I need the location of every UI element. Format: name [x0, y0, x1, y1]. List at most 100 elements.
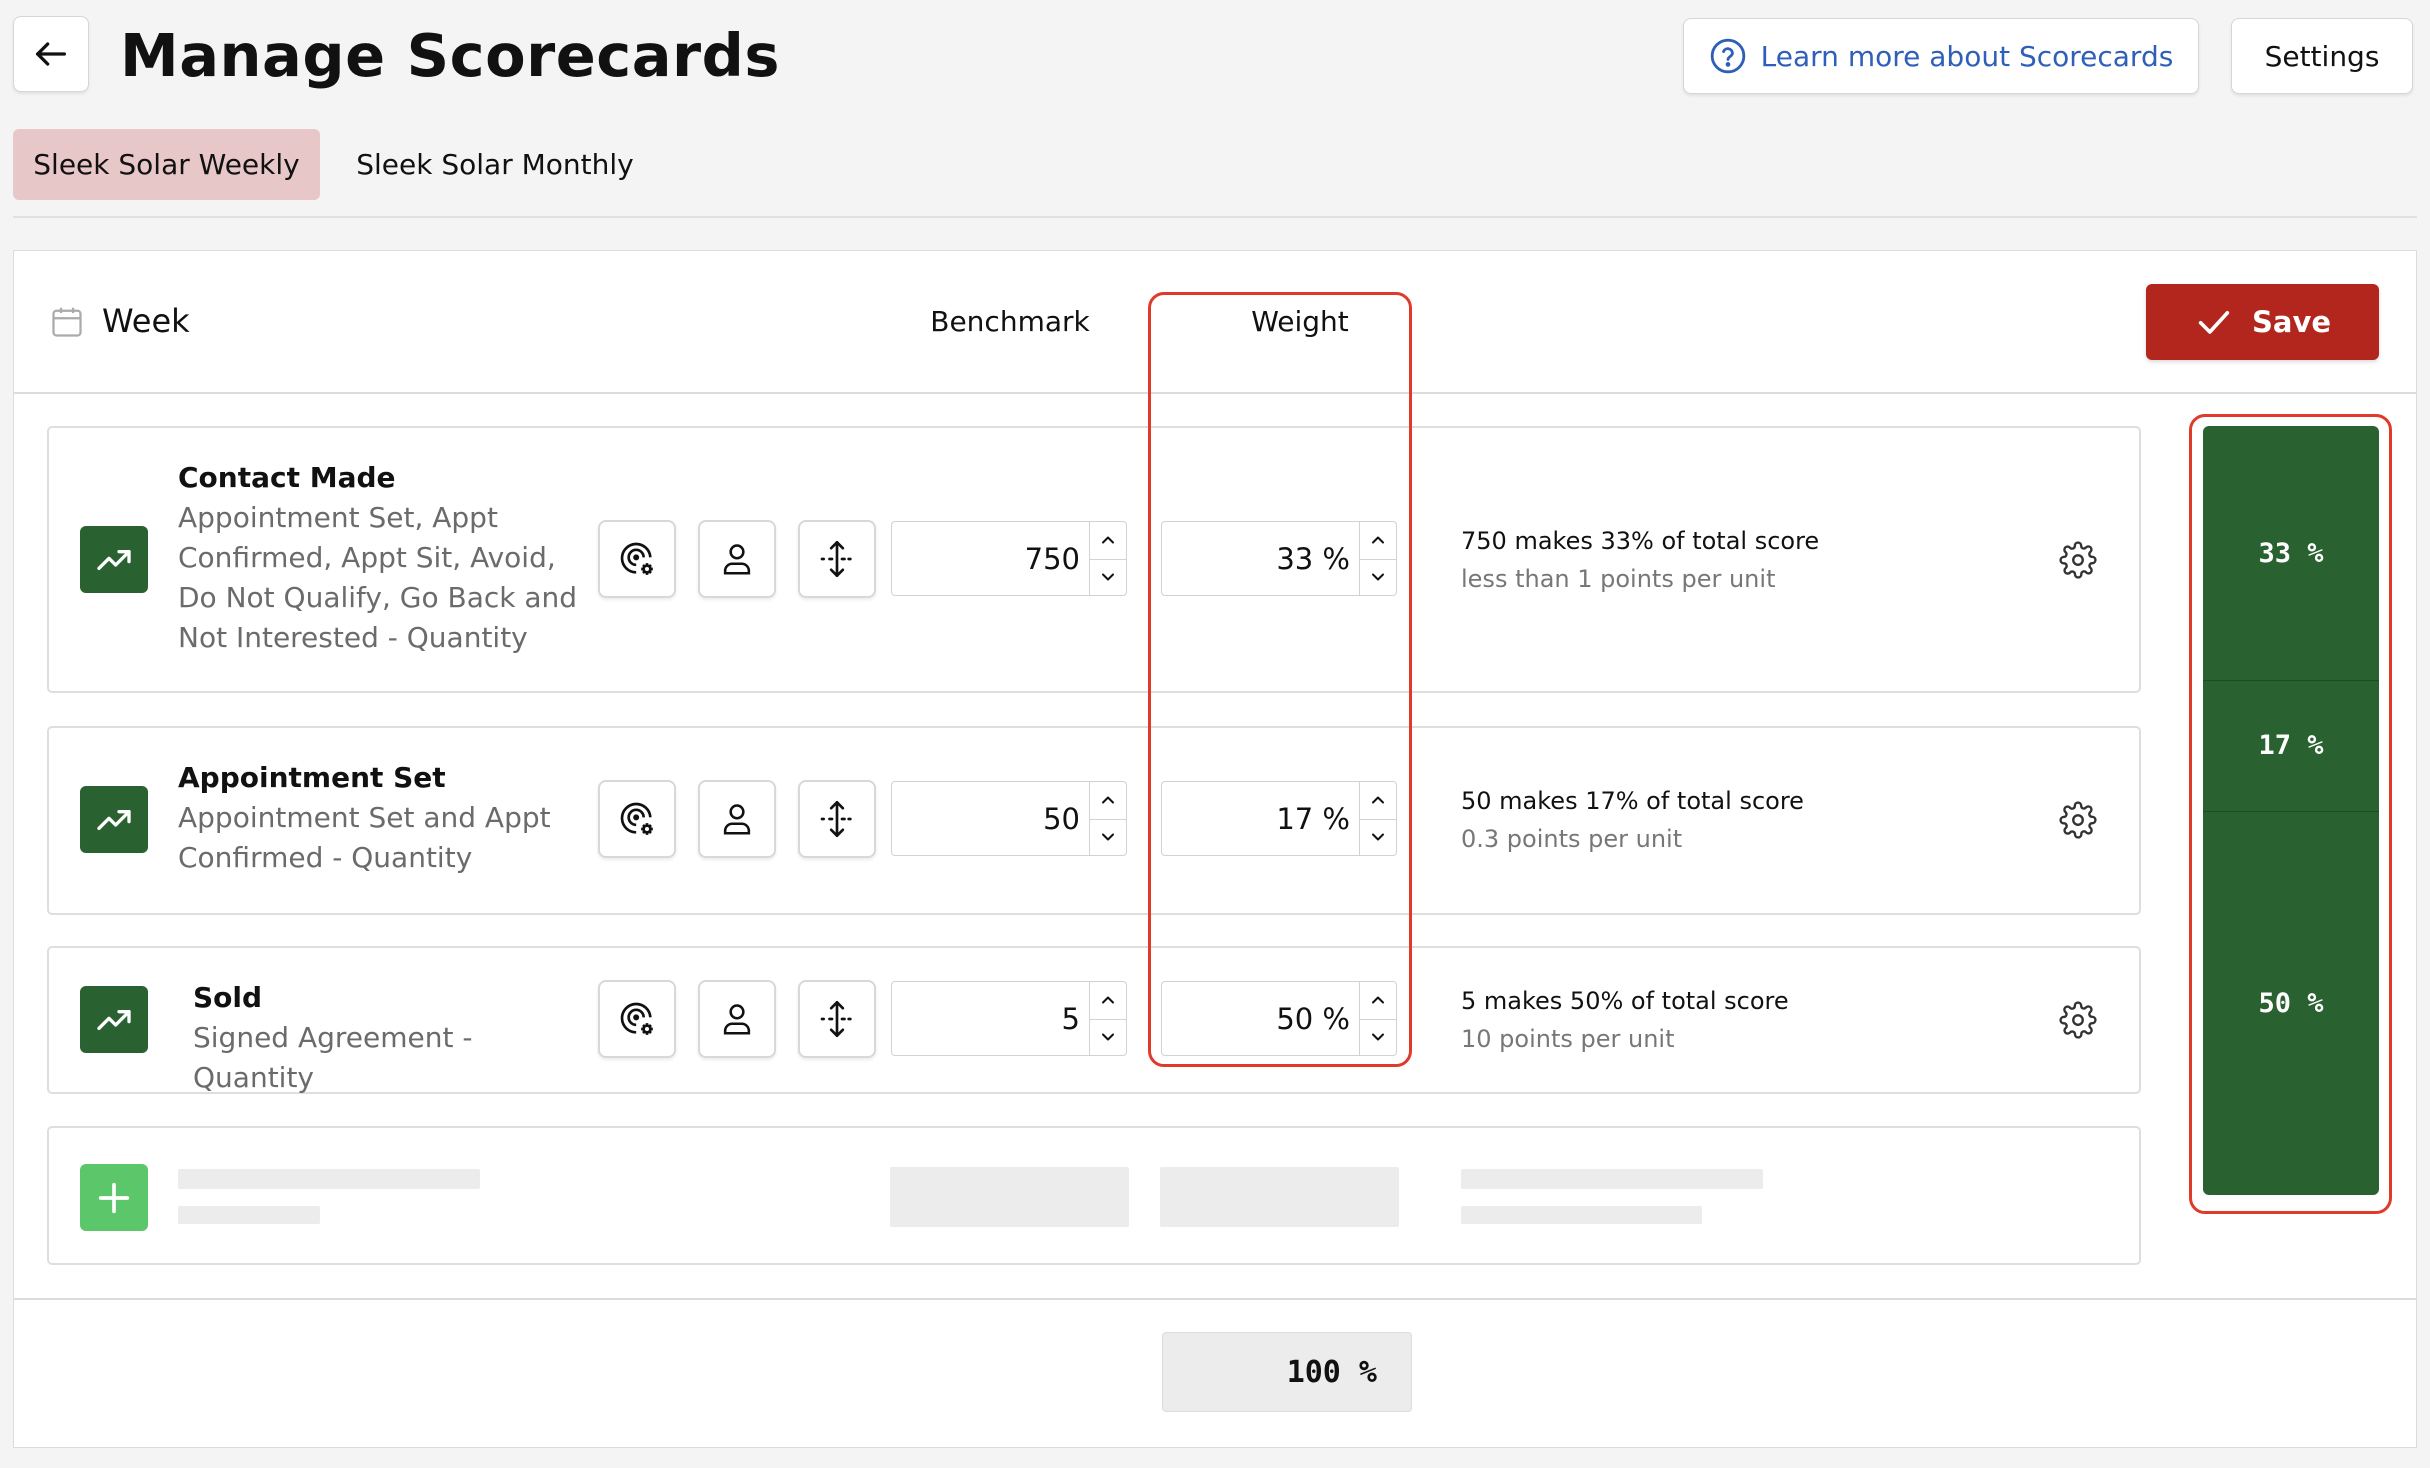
- total-weight: 100 %: [1162, 1332, 1412, 1412]
- tab-sleek-solar-weekly[interactable]: Sleek Solar Weekly: [13, 129, 320, 200]
- benchmark-increment[interactable]: [1090, 522, 1126, 560]
- chevron-down-icon: [1102, 833, 1114, 841]
- benchmark-decrement[interactable]: [1090, 559, 1126, 596]
- target-settings-button[interactable]: [598, 780, 676, 858]
- score-summary: 50 makes 17% of total score: [1461, 787, 1804, 815]
- benchmark-increment[interactable]: [1090, 782, 1126, 820]
- chevron-down-icon: [1102, 573, 1114, 581]
- points-per-unit: 0.3 points per unit: [1461, 825, 1683, 853]
- benchmark-decrement[interactable]: [1090, 819, 1126, 856]
- points-per-unit: 10 points per unit: [1461, 1025, 1675, 1053]
- target-gear-icon: [620, 1002, 653, 1035]
- metric-trend-badge: [80, 986, 148, 1053]
- benchmark-value: 50: [1043, 801, 1080, 836]
- tab-sleek-solar-monthly[interactable]: Sleek Solar Monthly: [336, 129, 654, 200]
- placeholder-weight: [1160, 1167, 1399, 1227]
- metric-text: Contact Made Appointment Set, Appt Confi…: [178, 458, 588, 658]
- reorder-handle[interactable]: [798, 980, 876, 1058]
- trend-up-icon: [97, 549, 131, 570]
- metric-settings-button[interactable]: [2057, 799, 2099, 841]
- chevron-up-icon: [1102, 536, 1114, 544]
- move-icon: [820, 801, 854, 837]
- weight-column-highlight: [1148, 292, 1412, 1067]
- target-gear-icon: [620, 542, 653, 575]
- benchmark-stepper: [1089, 782, 1126, 855]
- chevron-up-icon: [1102, 996, 1114, 1004]
- trend-up-icon: [97, 809, 131, 830]
- check-icon: [2198, 311, 2230, 334]
- benchmark-decrement[interactable]: [1090, 1019, 1126, 1056]
- back-button[interactable]: [13, 16, 89, 92]
- metric-trend-badge: [80, 786, 148, 853]
- move-icon: [820, 1001, 854, 1037]
- reorder-handle[interactable]: [798, 520, 876, 598]
- metric-name: Appointment Set: [178, 761, 446, 794]
- tab-label: Sleek Solar Monthly: [356, 148, 634, 181]
- chevron-up-icon: [1102, 796, 1114, 804]
- benchmark-value: 750: [1024, 541, 1080, 576]
- benchmark-increment[interactable]: [1090, 982, 1126, 1020]
- placeholder-desc: [178, 1206, 320, 1224]
- metric-name: Sold: [193, 981, 263, 1014]
- benchmark-header: Benchmark: [930, 305, 1090, 338]
- weight-bar-highlight: [2189, 414, 2392, 1214]
- placeholder-points: [1461, 1206, 1702, 1224]
- metric-score-info: 50 makes 17% of total score 0.3 points p…: [1461, 787, 1901, 853]
- person-icon: [723, 544, 751, 575]
- benchmark-input[interactable]: 50: [891, 781, 1127, 856]
- period-label: Week: [102, 302, 190, 340]
- save-label: Save: [2251, 305, 2332, 339]
- benchmark-input[interactable]: 5: [891, 981, 1127, 1056]
- metric-text: Appointment Set Appointment Set and Appt…: [178, 758, 588, 878]
- benchmark-stepper: [1089, 982, 1126, 1055]
- metric-trend-badge: [80, 526, 148, 593]
- target-settings-button[interactable]: [598, 520, 676, 598]
- metric-score-info: 5 makes 50% of total score 10 points per…: [1461, 987, 1901, 1053]
- reorder-handle[interactable]: [798, 780, 876, 858]
- benchmark-input[interactable]: 750: [891, 521, 1127, 596]
- back-arrow-icon: [36, 42, 67, 66]
- metric-description: Signed Agreement - Quantity: [193, 1021, 473, 1094]
- metric-settings-button[interactable]: [2057, 539, 2099, 581]
- add-metric-button[interactable]: [80, 1164, 148, 1231]
- metric-name: Contact Made: [178, 461, 396, 494]
- assign-user-button[interactable]: [698, 780, 776, 858]
- footer-divider: [14, 1298, 2416, 1300]
- metric-settings-button[interactable]: [2057, 999, 2099, 1041]
- plus-icon: [98, 1182, 130, 1213]
- total-weight-value: 100 %: [1286, 1354, 1377, 1390]
- help-circle-icon: [1710, 38, 1745, 74]
- gear-icon: [2059, 801, 2097, 839]
- benchmark-stepper: [1089, 522, 1126, 595]
- target-settings-button[interactable]: [598, 980, 676, 1058]
- assign-user-button[interactable]: [698, 520, 776, 598]
- settings-button[interactable]: Settings: [2231, 18, 2413, 94]
- gear-icon: [2059, 1001, 2097, 1039]
- person-icon: [723, 1004, 751, 1035]
- assign-user-button[interactable]: [698, 980, 776, 1058]
- target-gear-icon: [620, 802, 653, 835]
- metric-text: Sold Signed Agreement - Quantity: [193, 978, 593, 1098]
- metric-score-info: 750 makes 33% of total score less than 1…: [1461, 527, 1901, 593]
- placeholder-benchmark: [890, 1167, 1129, 1227]
- tab-label: Sleek Solar Weekly: [33, 148, 300, 181]
- placeholder-name: [178, 1169, 480, 1189]
- calendar-icon: [52, 307, 82, 337]
- learn-more-label: Learn more about Scorecards: [1760, 39, 2174, 73]
- points-per-unit: less than 1 points per unit: [1461, 565, 1776, 593]
- page-title: Manage Scorecards: [120, 21, 780, 90]
- benchmark-value: 5: [1061, 1001, 1080, 1036]
- chevron-down-icon: [1102, 1033, 1114, 1041]
- metric-description: Appointment Set and Appt Confirmed - Qua…: [178, 801, 551, 874]
- trend-up-icon: [97, 1009, 131, 1030]
- tabs-divider: [13, 216, 2417, 218]
- score-summary: 750 makes 33% of total score: [1461, 527, 1820, 555]
- move-icon: [820, 541, 854, 577]
- metric-description: Appointment Set, Appt Confirmed, Appt Si…: [178, 501, 578, 654]
- learn-more-button[interactable]: Learn more about Scorecards: [1683, 18, 2199, 94]
- placeholder-summary: [1461, 1169, 1763, 1189]
- save-button[interactable]: Save: [2146, 284, 2379, 360]
- gear-icon: [2059, 541, 2097, 579]
- settings-label: Settings: [2264, 39, 2380, 73]
- score-summary: 5 makes 50% of total score: [1461, 987, 1789, 1015]
